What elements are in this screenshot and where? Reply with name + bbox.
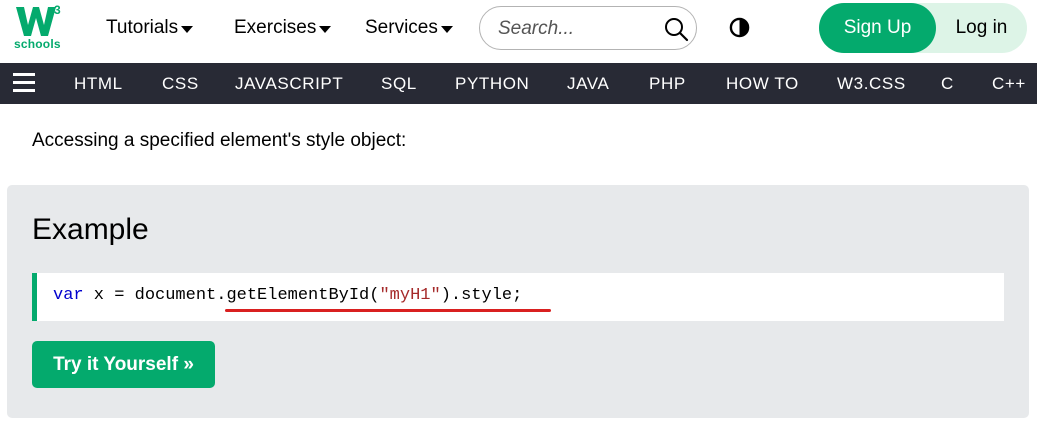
code-keyword: var <box>53 286 84 305</box>
top-header: 3 schools Tutorials Exercises Services S… <box>0 0 1037 63</box>
nav-javascript[interactable]: JAVASCRIPT <box>235 63 343 104</box>
example-title: Example <box>32 213 149 246</box>
nav-java[interactable]: JAVA <box>567 63 609 104</box>
code-method: getElementById( <box>226 286 380 305</box>
nav-css[interactable]: CSS <box>162 63 199 104</box>
nav-cpp[interactable]: C++ <box>992 63 1026 104</box>
sign-up-button[interactable]: Sign Up <box>819 3 936 53</box>
caret-down-icon <box>319 25 332 33</box>
caret-down-icon <box>440 25 453 33</box>
search-icon[interactable] <box>663 16 689 42</box>
nav-python[interactable]: PYTHON <box>455 63 529 104</box>
code-block: var x = document.getElementById("myH1").… <box>32 273 1004 321</box>
example-box: Example var x = document.getElementById(… <box>7 185 1029 418</box>
code-pre: x = document. <box>83 286 227 305</box>
nav-php[interactable]: PHP <box>649 63 686 104</box>
services-label: Services <box>365 17 438 38</box>
nav-sql[interactable]: SQL <box>381 63 417 104</box>
search-box <box>479 6 697 50</box>
caret-down-icon <box>181 25 194 33</box>
nav-w3css[interactable]: W3.CSS <box>837 63 906 104</box>
code-line: var x = document.getElementById("myH1").… <box>53 286 522 305</box>
nav-html[interactable]: HTML <box>74 63 123 104</box>
exercises-menu[interactable]: Exercises <box>234 17 332 39</box>
auth-buttons: Sign Up Log in <box>819 3 1027 53</box>
menu-icon[interactable] <box>13 73 35 93</box>
search-input[interactable] <box>498 17 658 41</box>
tutorials-label: Tutorials <box>106 17 179 38</box>
subject-navbar: HTML CSS JAVASCRIPT SQL PYTHON JAVA PHP … <box>0 63 1037 104</box>
tutorials-menu[interactable]: Tutorials <box>106 17 194 39</box>
code-string: "myH1" <box>379 286 441 305</box>
contrast-toggle-icon[interactable] <box>729 17 750 38</box>
red-underline-annotation <box>225 309 551 312</box>
code-post: ).style; <box>440 286 523 305</box>
intro-text: Accessing a specified element's style ob… <box>32 130 407 151</box>
logo-text: schools <box>14 37 61 51</box>
log-in-button[interactable]: Log in <box>936 3 1027 53</box>
services-menu[interactable]: Services <box>365 17 453 39</box>
nav-c[interactable]: C <box>941 63 954 104</box>
exercises-label: Exercises <box>234 17 317 38</box>
nav-how-to[interactable]: HOW TO <box>726 63 799 104</box>
try-it-yourself-button[interactable]: Try it Yourself » <box>32 341 215 388</box>
svg-text:3: 3 <box>54 3 61 17</box>
